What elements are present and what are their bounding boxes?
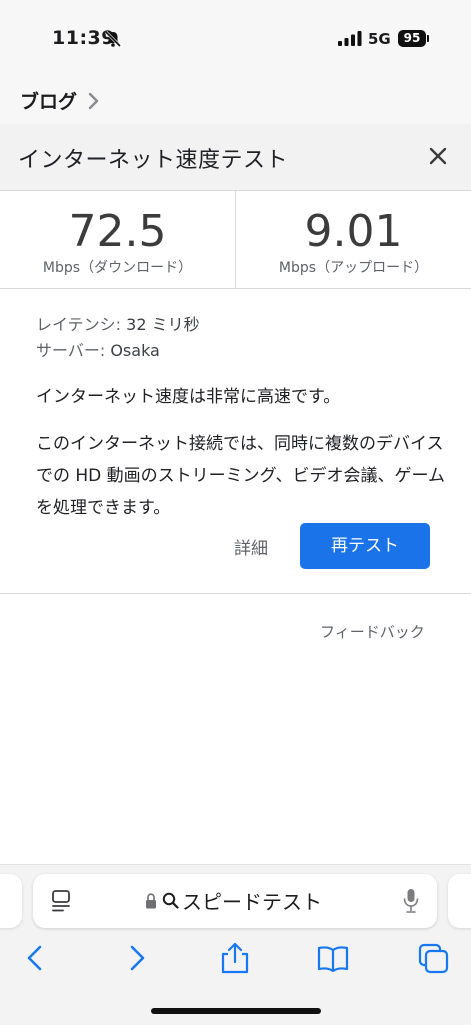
page-menu-icon[interactable] <box>50 889 72 913</box>
speedtest-title: インターネット速度テスト <box>18 148 289 173</box>
server-line: サーバー: Osaka <box>36 338 446 364</box>
search-icon <box>162 892 179 909</box>
breadcrumb[interactable]: ブログ <box>0 78 471 124</box>
latency-label: レイテンシ: <box>36 315 122 334</box>
speed-summary: インターネット速度は非常に高速です。 <box>36 387 341 407</box>
speed-description: このインターネット接続では、同時に複数のデバイスでの HD 動画のストリーミング… <box>36 434 445 518</box>
details-button[interactable]: 詳細 <box>234 534 268 559</box>
feedback-link[interactable]: フィードバック <box>320 621 425 642</box>
signal-icon <box>338 31 362 46</box>
speedtest-header: インターネット速度テスト <box>0 124 471 191</box>
latency-line: レイテンシ: 32 ミリ秒 <box>36 312 446 338</box>
divider <box>0 593 471 594</box>
battery-icon <box>427 35 429 42</box>
upload-value: 9.01 <box>304 206 403 257</box>
next-tab-preview[interactable] <box>448 874 471 928</box>
speed-metrics: 72.5 Mbps（ダウンロード） 9.01 Mbps（アップロード） <box>0 191 471 289</box>
back-icon[interactable] <box>20 942 54 974</box>
microphone-icon[interactable] <box>403 888 419 914</box>
download-value: 72.5 <box>68 206 167 257</box>
previous-tab-preview[interactable] <box>0 874 22 928</box>
server-label: サーバー: <box>36 341 106 360</box>
close-icon[interactable] <box>428 146 448 166</box>
upload-metric: 9.01 Mbps（アップロード） <box>236 191 471 288</box>
lock-icon <box>146 893 156 909</box>
battery-level: 95 <box>398 30 426 47</box>
chevron-right-icon[interactable] <box>88 91 100 111</box>
share-icon[interactable] <box>218 942 252 974</box>
retest-button[interactable]: 再テスト <box>300 523 430 569</box>
bell-slash-icon <box>104 30 122 48</box>
address-text[interactable]: スピードテスト <box>182 886 322 915</box>
forward-icon[interactable] <box>120 942 154 974</box>
upload-label: Mbps（アップロード） <box>278 260 429 276</box>
download-metric: 72.5 Mbps（ダウンロード） <box>0 191 235 288</box>
speedtest-details: レイテンシ: 32 ミリ秒 サーバー: Osaka インターネット速度は非常に高… <box>36 312 446 524</box>
network-type: 5G <box>368 30 391 48</box>
bookmarks-icon[interactable] <box>316 942 350 974</box>
latency-value: 32 ミリ秒 <box>126 315 200 334</box>
breadcrumb-label[interactable]: ブログ <box>20 87 77 114</box>
download-label: Mbps（ダウンロード） <box>42 260 193 276</box>
home-indicator <box>151 1008 321 1014</box>
server-value: Osaka <box>110 341 160 360</box>
tabs-icon[interactable] <box>417 942 451 974</box>
